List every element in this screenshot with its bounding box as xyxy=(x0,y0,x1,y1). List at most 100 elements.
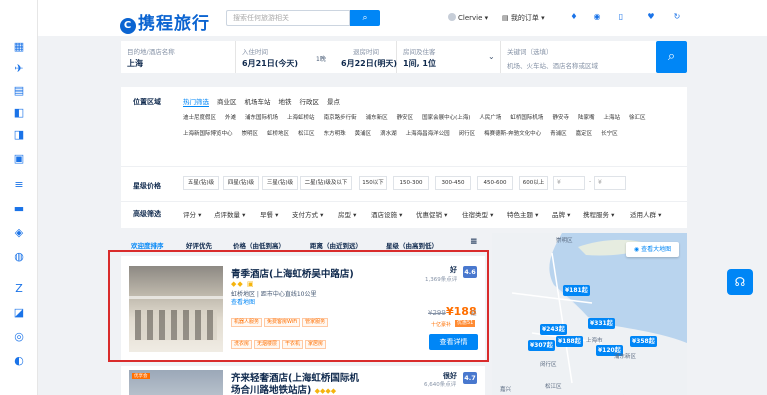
star-option[interactable]: 二星(钻)级及以下 xyxy=(300,176,352,190)
location-option[interactable]: 上海新国际博览中心 xyxy=(183,127,233,143)
tab-4[interactable]: 行政区 xyxy=(300,96,320,106)
location-option[interactable]: 迪士尼度假区 xyxy=(183,111,216,127)
sidebar-item-hotel[interactable]: ▦ xyxy=(11,40,27,54)
advanced-filter-dropdown[interactable]: 支付方式 ▾ xyxy=(292,209,323,219)
price-option[interactable]: 300-450 xyxy=(435,176,471,190)
star-option[interactable]: 三星(钻)级 xyxy=(262,176,298,190)
location-option[interactable]: 国家会展中心(上海) xyxy=(422,111,470,127)
price-option[interactable]: 150以下 xyxy=(359,176,387,190)
sort-option[interactable]: 好评优先 xyxy=(186,240,212,250)
location-option[interactable]: 上海虹桥站 xyxy=(287,111,315,127)
map-panel[interactable] xyxy=(492,233,687,395)
star-option[interactable]: 五星(钻)级 xyxy=(183,176,219,190)
ctrip-logo[interactable]: C 携程旅行 xyxy=(120,9,210,34)
sidebar-item-trip[interactable]: ◧ xyxy=(11,106,27,120)
advanced-filter-dropdown[interactable]: 早餐 ▾ xyxy=(260,209,278,219)
tab-0[interactable]: 热门筛选 xyxy=(183,96,209,107)
advanced-filter-dropdown[interactable]: 房型 ▾ xyxy=(338,209,356,219)
sidebar-item-car[interactable]: ▬ xyxy=(11,202,27,216)
review-count[interactable]: 6,640条点评 xyxy=(424,380,456,388)
location-option[interactable]: 松江区 xyxy=(298,127,315,143)
price-option[interactable]: 450-600 xyxy=(477,176,513,190)
sort-option[interactable]: 距离（由近到远） xyxy=(310,240,362,250)
checkout-field[interactable]: 退房时间 6月22日(明天) xyxy=(335,41,397,73)
destination-field[interactable]: 目的地/酒店名称 上海 xyxy=(121,41,236,73)
keyword-field[interactable]: 关键词（选填） 机场、火车站、酒店名称或区域 xyxy=(501,41,651,73)
heart-icon[interactable]: ♥ xyxy=(646,12,656,22)
advanced-filter-dropdown[interactable]: 适用人群 ▾ xyxy=(630,209,661,219)
location-option[interactable]: 上海站 xyxy=(603,111,620,127)
bell-icon[interactable]: ♦ xyxy=(569,12,579,22)
sort-option[interactable]: 星级（由高到低） xyxy=(386,240,438,250)
advanced-filter-dropdown[interactable]: 点评数量 ▾ xyxy=(214,209,245,219)
location-option[interactable]: 滴水湖 xyxy=(380,127,397,143)
location-option[interactable]: 嘉定区 xyxy=(576,127,593,143)
sidebar-item-gift[interactable]: ◪ xyxy=(11,306,27,320)
location-option[interactable]: 南京路步行街 xyxy=(324,111,357,127)
location-option[interactable]: 人民广场 xyxy=(479,111,501,127)
sidebar-item-deal[interactable]: ◈ xyxy=(11,226,27,240)
advanced-filter-dropdown[interactable]: 评分 ▾ xyxy=(183,209,201,219)
tab-1[interactable]: 商业区 xyxy=(217,96,237,106)
top-search-input[interactable]: 搜索任何旅游相关 xyxy=(226,10,350,26)
customer-service-button[interactable]: ☊ xyxy=(727,269,753,295)
location-option[interactable]: 东方明珠 xyxy=(324,127,346,143)
map-price-pin[interactable]: ¥181起 xyxy=(563,285,590,296)
location-option[interactable]: 陆家嘴 xyxy=(578,111,595,127)
location-option[interactable]: 闵行区 xyxy=(459,127,476,143)
rooms-field[interactable]: 房间及住客 1间, 1位 ⌄ xyxy=(397,41,501,73)
map-price-pin[interactable]: ¥243起 xyxy=(540,324,567,335)
service-icon[interactable]: ◉ xyxy=(592,12,602,22)
price-max-input[interactable]: ¥ xyxy=(594,176,626,190)
advanced-filter-dropdown[interactable]: 品牌 ▾ xyxy=(552,209,570,219)
map-price-pin[interactable]: ¥331起 xyxy=(588,318,615,329)
location-option[interactable]: 虹桥地区 xyxy=(267,127,289,143)
location-option[interactable]: 静安区 xyxy=(397,111,414,127)
advanced-filter-dropdown[interactable]: 住宿类型 ▾ xyxy=(462,209,493,219)
advanced-filter-dropdown[interactable]: 携程服务 ▾ xyxy=(583,209,614,219)
price-option[interactable]: 600以上 xyxy=(519,176,548,190)
user-menu[interactable]: Clervie ▾ xyxy=(448,13,488,22)
sidebar-item-route[interactable]: ◎ xyxy=(11,330,27,344)
sidebar-item-explore[interactable]: ◐ xyxy=(11,354,27,368)
location-option[interactable]: 黄浦区 xyxy=(355,127,372,143)
sidebar-item-more[interactable]: ≡ xyxy=(11,178,27,192)
map-price-pin[interactable]: ¥188起 xyxy=(556,336,583,347)
tab-5[interactable]: 景点 xyxy=(327,96,340,106)
location-option[interactable]: 浦东新区 xyxy=(366,111,388,127)
map-price-pin[interactable]: ¥307起 xyxy=(528,340,555,351)
location-option[interactable]: 梅赛德斯-奔驰文化中心 xyxy=(484,127,541,143)
price-option[interactable]: 150-300 xyxy=(393,176,429,190)
sidebar-item-ticket[interactable]: ◨ xyxy=(11,128,27,142)
hotel-card[interactable]: 优享会 齐来轻奢酒店(上海虹桥国际机 场合川路地铁站店) ◆◆◆◆ 很好 4.7… xyxy=(121,366,485,395)
location-option[interactable]: 虹桥国际机场 xyxy=(510,111,543,127)
sidebar-item-train[interactable]: ▤ xyxy=(11,84,27,98)
sidebar-item-z[interactable]: Z xyxy=(11,282,27,296)
location-option[interactable]: 崇明区 xyxy=(242,127,259,143)
location-option[interactable]: 上海海昌海洋公园 xyxy=(406,127,450,143)
share-icon[interactable]: ↻ xyxy=(672,12,682,22)
list-view-icon[interactable]: ≡ xyxy=(470,237,478,247)
orders-menu[interactable]: ▤ 我的订单 ▾ xyxy=(502,13,545,23)
location-option[interactable]: 外滩 xyxy=(225,111,236,127)
star-option[interactable]: 四星(钻)级 xyxy=(223,176,259,190)
sidebar-item-bus[interactable]: ▣ xyxy=(11,152,27,166)
advanced-filter-dropdown[interactable]: 特色主题 ▾ xyxy=(507,209,538,219)
advanced-filter-dropdown[interactable]: 酒店设施 ▾ xyxy=(371,209,402,219)
location-option[interactable]: 静安寺 xyxy=(552,111,569,127)
sidebar-item-flight[interactable]: ✈ xyxy=(11,62,27,76)
price-min-input[interactable]: ¥ xyxy=(553,176,585,190)
location-option[interactable]: 长宁区 xyxy=(601,127,618,143)
advanced-filter-dropdown[interactable]: 优惠促销 ▾ xyxy=(416,209,447,219)
view-large-map-button[interactable]: ◉ 查看大地图 xyxy=(626,242,679,257)
location-option[interactable]: 徐汇区 xyxy=(629,111,646,127)
search-button[interactable]: ⌕ xyxy=(656,41,687,73)
sidebar-item-globe[interactable]: ◍ xyxy=(11,250,27,264)
phone-icon[interactable]: ▯ xyxy=(616,12,626,22)
sort-option[interactable]: 价格（由低到高） xyxy=(233,240,285,250)
checkin-field[interactable]: 入住时间 6月21日(今天) xyxy=(236,41,316,73)
location-option[interactable]: 青浦区 xyxy=(550,127,567,143)
map-price-pin[interactable]: ¥358起 xyxy=(630,336,657,347)
location-option[interactable]: 浦东国际机场 xyxy=(245,111,278,127)
top-search-button[interactable]: ⌕ xyxy=(350,10,380,26)
